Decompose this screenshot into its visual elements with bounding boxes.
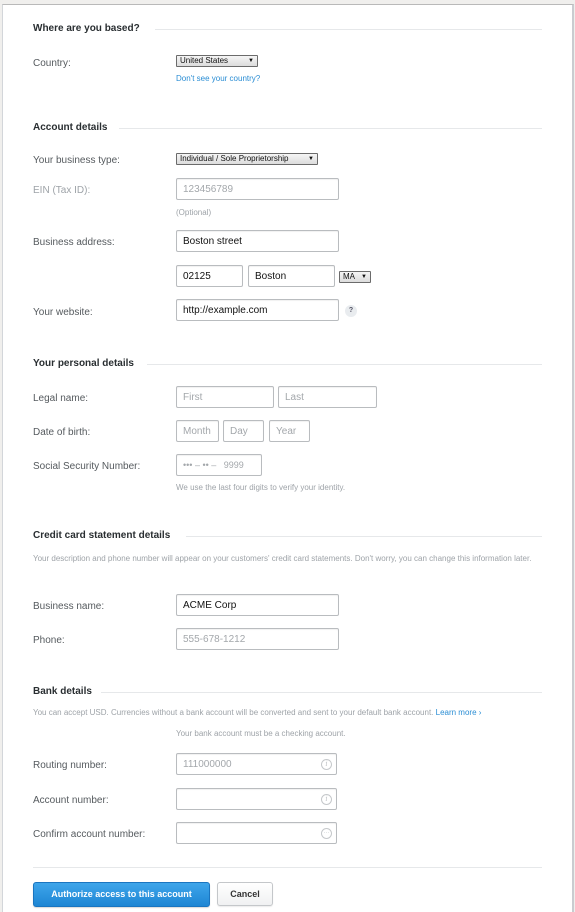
city-input[interactable] [248,265,335,287]
ein-label: EIN (Tax ID): [33,185,91,196]
dob-label: Date of birth: [33,427,91,438]
account-number-label: Account number: [33,795,109,806]
section-title-personal: Your personal details [33,358,134,369]
help-icon[interactable]: ? [345,305,357,317]
zip-input[interactable] [176,265,243,287]
dob-month-input[interactable] [176,420,219,442]
account-number-input[interactable] [176,788,337,810]
last-name-input[interactable] [278,386,377,408]
phone-label: Phone: [33,635,65,646]
onboarding-form-panel: Where are you based? Country: United Sta… [2,4,574,912]
chevron-down-icon: ▼ [308,156,314,162]
cancel-button[interactable]: Cancel [217,882,273,906]
confirm-account-number-input[interactable] [176,822,337,844]
street-address-input[interactable] [176,230,339,252]
bank-description-text: You can accept USD. Currencies without a… [33,708,434,717]
ein-optional-hint: (Optional) [176,208,212,217]
section-divider [186,536,542,537]
section-divider [119,128,542,129]
form-footer-divider [33,867,542,868]
checking-account-note: Your bank account must be a checking acc… [176,729,346,738]
business-type-label: Your business type: [33,155,120,166]
first-name-input[interactable] [176,386,274,408]
section-title-location: Where are you based? [33,23,140,34]
website-input[interactable] [176,299,339,321]
business-type-select-value: Individual / Sole Proprietorship [180,154,289,163]
phone-input[interactable] [176,628,339,650]
dob-day-input[interactable] [223,420,264,442]
info-icon[interactable]: i [321,759,332,770]
chevron-down-icon: ▼ [248,58,254,64]
dob-year-input[interactable] [269,420,310,442]
ellipsis-icon: ··· [321,828,332,839]
learn-more-link[interactable]: Learn more › [436,708,482,717]
info-icon[interactable]: i [321,794,332,805]
country-missing-link[interactable]: Don't see your country? [176,74,260,83]
state-select-value: MA [343,272,355,281]
business-name-label: Business name: [33,601,105,612]
statement-description: Your description and phone number will a… [33,554,532,563]
country-select[interactable]: United States ▼ [176,55,258,67]
state-select[interactable]: MA ▼ [339,271,371,283]
section-title-account: Account details [33,122,108,133]
business-name-input[interactable] [176,594,339,616]
business-type-select[interactable]: Individual / Sole Proprietorship ▼ [176,153,318,165]
ssn-label: Social Security Number: [33,461,141,472]
section-divider [101,692,542,693]
business-address-label: Business address: [33,237,115,248]
chevron-down-icon: ▼ [361,274,367,280]
authorize-button[interactable]: Authorize access to this account [33,882,210,907]
country-label: Country: [33,58,71,69]
section-divider [155,29,542,30]
website-label: Your website: [33,307,93,318]
country-select-value: United States [180,56,229,65]
bank-description: You can accept USD. Currencies without a… [33,708,481,717]
section-divider [147,364,542,365]
ssn-last4-input[interactable] [176,454,262,476]
routing-number-label: Routing number: [33,760,107,771]
section-title-bank: Bank details [33,686,92,697]
section-title-statement: Credit card statement details [33,530,171,541]
ein-input[interactable] [176,178,339,200]
ssn-hint: We use the last four digits to verify yo… [176,483,346,492]
confirm-account-number-label: Confirm account number: [33,829,146,840]
legal-name-label: Legal name: [33,393,89,404]
routing-number-input[interactable] [176,753,337,775]
